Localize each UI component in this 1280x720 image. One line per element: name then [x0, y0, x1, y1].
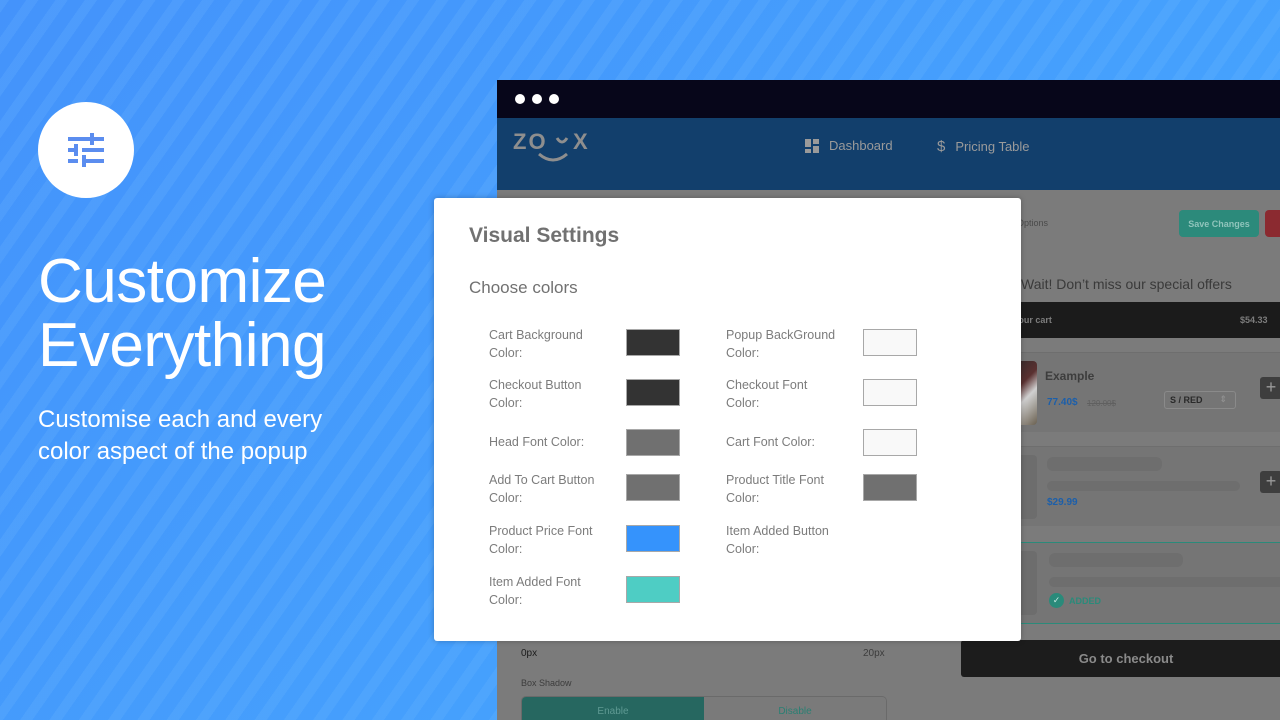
- product-card-added: ✓ ADDED: [1007, 542, 1280, 624]
- range-max-label: 20px: [863, 648, 885, 659]
- color-swatch[interactable]: [626, 525, 680, 552]
- setting-label: Cart Background Color:: [489, 328, 583, 360]
- color-swatch[interactable]: [863, 379, 917, 406]
- cart-header-bar: Your cart $54.33: [1007, 302, 1280, 338]
- color-swatch[interactable]: [626, 474, 680, 501]
- add-to-cart-button[interactable]: +: [1260, 377, 1280, 399]
- setting-label: Product Price Font Color:: [489, 524, 593, 556]
- setting-head-font-color: Head Font Color:: [489, 427, 729, 467]
- setting-item-added-font-color: Item Added Font Color:: [489, 574, 729, 614]
- skeleton-line: [1047, 457, 1162, 471]
- dollar-icon: $: [937, 138, 946, 155]
- modal-title: Visual Settings: [469, 224, 620, 247]
- enable-option[interactable]: Enable: [522, 697, 704, 720]
- setting-cart-background-color: Cart Background Color:: [489, 327, 729, 367]
- popup-title: Wait! Don’t miss our special offers: [1021, 276, 1232, 292]
- item-added-badge: ✓ ADDED: [1049, 593, 1101, 608]
- color-swatch[interactable]: [863, 329, 917, 356]
- product-name: Example: [1045, 369, 1095, 383]
- discard-button[interactable]: [1265, 210, 1280, 237]
- dashboard-grid-icon: [805, 138, 819, 153]
- window-dot-icon: [549, 94, 559, 104]
- product-card: Example 77.40$ 120.00$ S / RED ⇕ +: [1007, 352, 1280, 432]
- nav-dashboard[interactable]: Dashboard: [805, 138, 893, 153]
- product-card: $29.99 +: [1007, 446, 1280, 526]
- hero-subtitle: Customise each and every color aspect of…: [38, 406, 323, 465]
- setting-label: Item Added Button Color:: [726, 524, 829, 556]
- box-shadow-toggle: Enable Disable: [521, 696, 887, 720]
- variant-value: S / RED: [1170, 395, 1203, 405]
- hero-title: Customize Everything: [38, 250, 438, 378]
- go-to-checkout-button[interactable]: Go to checkout: [961, 640, 1280, 677]
- modal-subtitle: Choose colors: [469, 278, 578, 297]
- added-label: ADDED: [1069, 595, 1102, 606]
- options-label: Options: [1017, 218, 1049, 228]
- setting-label: Popup BackGround Color:: [726, 328, 836, 360]
- setting-product-title-font-color: Product Title Font Color:: [726, 472, 966, 512]
- box-shadow-label: Box Shadow: [521, 678, 572, 688]
- setting-product-price-font-color: Product Price Font Color:: [489, 523, 729, 563]
- variant-select[interactable]: S / RED ⇕: [1164, 391, 1236, 409]
- setting-label: Product Title Font Color:: [726, 473, 824, 505]
- app-navbar: ZO X Dashboard $ Pricing Table: [497, 118, 1280, 190]
- product-price: $29.99: [1047, 497, 1078, 508]
- nav-pricing-label: Pricing Table: [955, 139, 1030, 154]
- cart-total: $54.33: [1240, 315, 1268, 325]
- setting-label: Cart Font Color:: [726, 435, 815, 449]
- setting-checkout-font-color: Checkout Font Color:: [726, 377, 966, 417]
- setting-label: Checkout Font Color:: [726, 378, 808, 410]
- setting-label: Item Added Font Color:: [489, 575, 581, 607]
- setting-cart-font-color: Cart Font Color:: [726, 427, 966, 467]
- setting-popup-background-color: Popup BackGround Color:: [726, 327, 966, 367]
- svg-text:X: X: [573, 129, 588, 154]
- setting-label: Add To Cart Button Color:: [489, 473, 595, 505]
- product-price: 77.40$: [1047, 397, 1078, 408]
- color-swatch[interactable]: [863, 474, 917, 501]
- product-old-price: 120.00$: [1087, 399, 1116, 408]
- hero-title-line1: Customize: [38, 247, 327, 316]
- color-swatch[interactable]: [626, 379, 680, 406]
- browser-titlebar: [497, 80, 1280, 118]
- skeleton-line: [1049, 577, 1280, 587]
- setting-item-added-button-color: Item Added Button Color:: [726, 523, 966, 563]
- svg-text:ZO: ZO: [513, 129, 548, 154]
- visual-settings-modal: Visual Settings Choose colors Cart Backg…: [434, 198, 1021, 641]
- sliders-icon-badge: [38, 102, 134, 198]
- color-swatch[interactable]: [626, 576, 680, 603]
- zoux-logo: ZO X: [511, 124, 595, 169]
- range-min-label: 0px: [521, 648, 538, 659]
- nav-pricing-table[interactable]: $ Pricing Table: [937, 138, 1030, 155]
- hero-title-line2: Everything: [38, 311, 326, 380]
- color-swatch[interactable]: [626, 429, 680, 456]
- setting-add-to-cart-button-color: Add To Cart Button Color:: [489, 472, 729, 512]
- color-swatch[interactable]: [863, 429, 917, 456]
- window-dot-icon: [515, 94, 525, 104]
- skeleton-line: [1049, 553, 1183, 567]
- window-dot-icon: [532, 94, 542, 104]
- nav-dashboard-label: Dashboard: [829, 138, 893, 153]
- sliders-icon: [68, 133, 104, 167]
- disable-option[interactable]: Disable: [704, 697, 886, 720]
- cart-popup-preview: Wait! Don’t miss our special offers Your…: [1007, 270, 1280, 690]
- add-to-cart-button[interactable]: +: [1260, 471, 1280, 493]
- check-circle-icon: ✓: [1049, 593, 1064, 608]
- setting-label: Head Font Color:: [489, 435, 585, 449]
- chevron-updown-icon: ⇕: [1219, 394, 1227, 404]
- save-changes-button[interactable]: Save Changes: [1179, 210, 1259, 237]
- skeleton-line: [1047, 481, 1240, 491]
- setting-label: Checkout Button Color:: [489, 378, 582, 410]
- setting-checkout-button-color: Checkout Button Color:: [489, 377, 729, 417]
- color-swatch[interactable]: [626, 329, 680, 356]
